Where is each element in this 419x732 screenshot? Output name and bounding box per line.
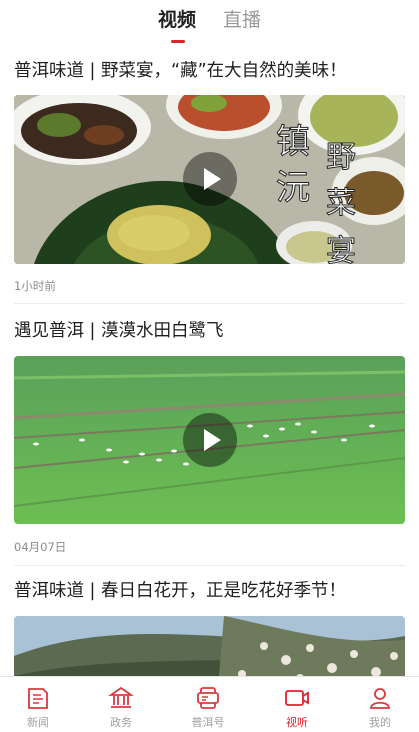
top-tab-bar: 视频 直播 [0, 0, 419, 46]
publish-time: 04月07日 [14, 540, 67, 554]
play-button[interactable] [183, 413, 237, 467]
video-camera-icon [285, 690, 309, 706]
spring-flowers-image [14, 616, 405, 676]
nav-label: 视听 [286, 716, 308, 729]
video-thumbnail[interactable] [14, 356, 405, 524]
video-feed[interactable]: 普洱味道 | 野菜宴，“藏”在大自然的美味！ 镇 沅 野 菜 宴 1小时前 遇见… [0, 46, 419, 676]
svg-text:沅: 沅 [276, 168, 310, 208]
play-button[interactable] [183, 152, 237, 206]
video-thumbnail[interactable] [14, 616, 405, 676]
bottom-navigation: 新闻 政务 普洱号 视听 我的 [0, 676, 419, 732]
video-title[interactable]: 普洱味道 | 野菜宴，“藏”在大自然的美味！ [14, 58, 347, 84]
video-title[interactable]: 普洱味道 | 春日白花开，正是吃花好季节！ [14, 578, 346, 604]
tab-video[interactable]: 视频 [158, 7, 196, 33]
government-building-icon [108, 686, 134, 708]
nav-item-video[interactable]: 视听 [255, 677, 339, 732]
card-divider [14, 303, 405, 304]
video-thumbnail[interactable]: 镇 沅 野 菜 宴 [14, 95, 405, 264]
nav-label: 我的 [369, 716, 391, 729]
card-divider [14, 565, 405, 566]
publish-time: 1小时前 [14, 279, 56, 293]
nav-item-puer-account[interactable]: 普洱号 [166, 677, 250, 732]
svg-text:野: 野 [326, 140, 356, 175]
active-tab-indicator [171, 40, 185, 43]
nav-label: 政务 [110, 716, 132, 729]
nav-item-news[interactable]: 新闻 [0, 677, 80, 732]
news-icon [28, 688, 48, 709]
tab-live[interactable]: 直播 [223, 7, 261, 33]
account-cards-icon [197, 687, 219, 709]
nav-item-profile[interactable]: 我的 [338, 677, 419, 732]
video-title[interactable]: 遇见普洱 | 漠漠水田白鹭飞 [14, 318, 224, 344]
thumbnail-calligraphy: 镇 [276, 122, 310, 162]
svg-text:菜: 菜 [326, 186, 356, 221]
nav-label: 新闻 [27, 716, 49, 729]
user-icon [370, 688, 390, 709]
nav-item-government[interactable]: 政务 [79, 677, 163, 732]
nav-label: 普洱号 [191, 716, 225, 729]
svg-text:宴: 宴 [326, 234, 356, 264]
